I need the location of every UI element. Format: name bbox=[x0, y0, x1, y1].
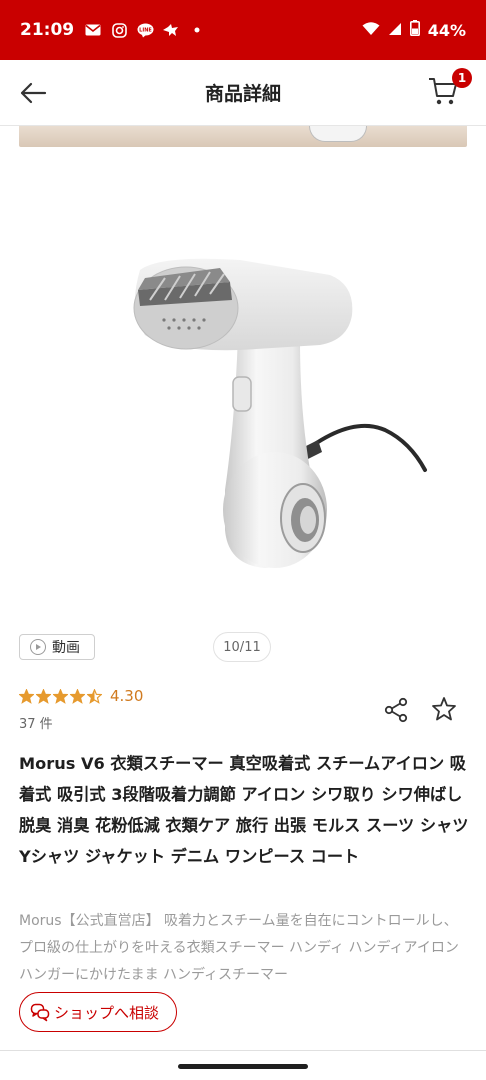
share-button[interactable] bbox=[382, 696, 410, 724]
rating-star-icon bbox=[19, 688, 34, 704]
instagram-icon bbox=[110, 22, 128, 38]
stand-silhouette bbox=[309, 126, 367, 142]
notification-icons: LINE bbox=[84, 22, 206, 38]
line-icon: LINE bbox=[136, 22, 154, 38]
play-icon bbox=[30, 639, 46, 655]
product-image[interactable] bbox=[0, 160, 486, 620]
cart-button[interactable]: 1 bbox=[428, 68, 472, 110]
home-indicator[interactable] bbox=[178, 1064, 308, 1069]
signal-icon bbox=[388, 21, 402, 40]
video-label: 動画 bbox=[52, 640, 80, 656]
cart-badge: 1 bbox=[452, 68, 472, 88]
product-description: Morus【公式直営店】 吸着力とスチーム量を自在にコントロールし、プロ級の仕上… bbox=[19, 913, 459, 983]
rating-star-icon bbox=[70, 688, 85, 704]
rating-value: 4.30 bbox=[110, 687, 144, 705]
app-header: 商品詳細 1 bbox=[0, 60, 486, 126]
wifi-icon bbox=[362, 21, 380, 40]
gmail-icon bbox=[84, 22, 102, 38]
svg-text:LINE: LINE bbox=[139, 27, 152, 33]
product-title: Morus V6 衣類スチーマー 真空吸着式 スチームアイロン 吸着式 吸引式 … bbox=[19, 754, 469, 866]
rating-star-icon bbox=[36, 688, 51, 704]
rating-star-icon bbox=[53, 688, 68, 704]
star-outline-icon bbox=[432, 697, 456, 721]
page-title: 商品詳細 bbox=[204, 83, 281, 105]
previous-image-strip bbox=[19, 126, 467, 147]
back-arrow-icon bbox=[20, 82, 47, 104]
video-button[interactable]: 動画 bbox=[19, 634, 95, 660]
status-time: 21:09 bbox=[20, 20, 75, 40]
back-button[interactable] bbox=[16, 76, 50, 110]
dot-icon bbox=[188, 22, 206, 38]
chat-bubble-icon bbox=[30, 1003, 50, 1022]
favorite-button[interactable] bbox=[430, 695, 458, 723]
review-count[interactable]: 37 件 bbox=[19, 713, 53, 732]
status-bar: 21:09 LINE 44% bbox=[0, 0, 486, 60]
image-counter: 10/11 bbox=[213, 632, 271, 662]
battery-percent: 44% bbox=[427, 20, 466, 40]
share-icon bbox=[384, 697, 408, 723]
rating-stars bbox=[19, 688, 102, 704]
rating-star-icon bbox=[87, 688, 102, 704]
bottom-divider bbox=[0, 1050, 486, 1051]
bird-app-icon bbox=[162, 22, 180, 38]
rating-row[interactable]: 4.30 bbox=[19, 687, 143, 705]
battery-icon bbox=[409, 20, 420, 40]
consult-shop-button[interactable]: ショップへ相談 bbox=[19, 992, 177, 1032]
consult-label: ショップへ相談 bbox=[54, 1003, 160, 1022]
